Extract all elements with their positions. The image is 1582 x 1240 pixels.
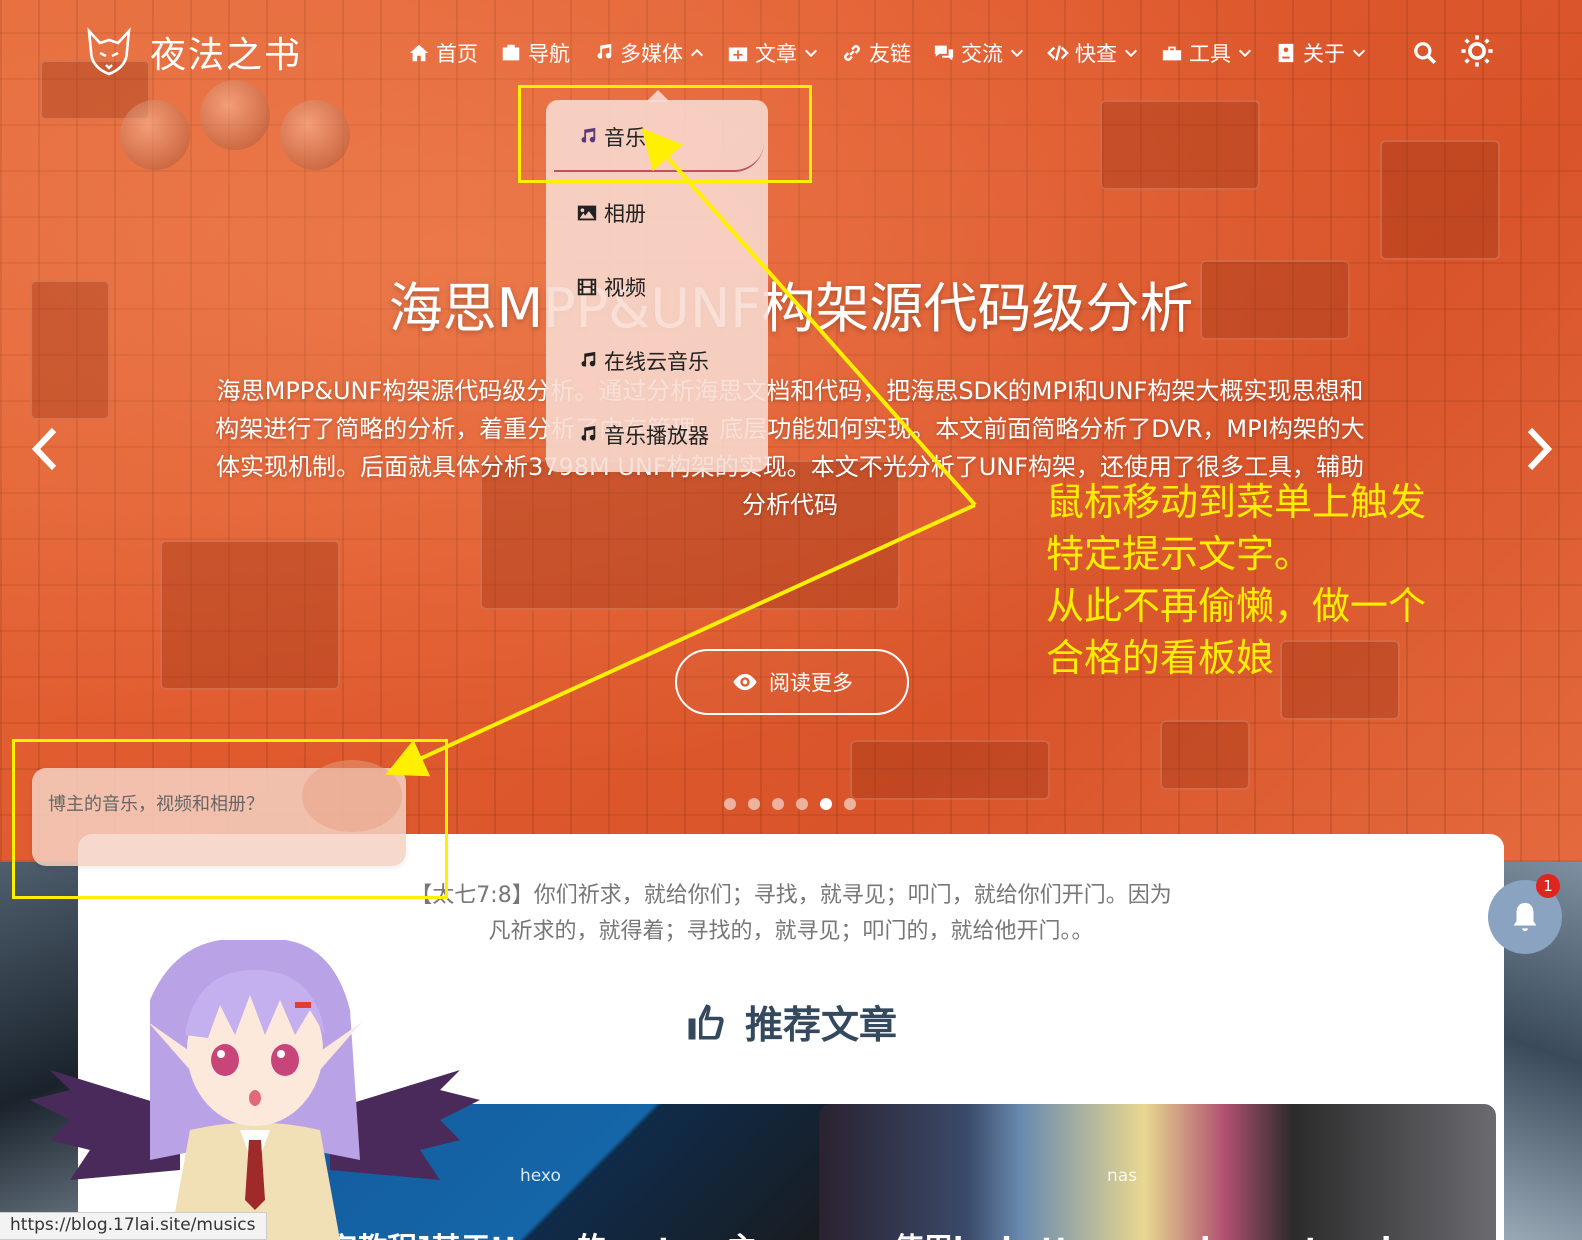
nav-about[interactable]: 关于 [1275, 38, 1367, 68]
site-logo[interactable]: 夜法之书 [84, 26, 302, 78]
home-icon [409, 44, 429, 62]
annotation-highlight-menu [518, 85, 812, 183]
circuit-decoration [850, 740, 1050, 800]
chevron-down-icon [1238, 49, 1252, 58]
search-icon[interactable] [1412, 40, 1438, 66]
bell-icon [1513, 902, 1537, 932]
music-icon [581, 425, 596, 441]
site-title: 夜法之书 [150, 35, 303, 76]
annotation-highlight-tip [12, 739, 448, 899]
dropdown-item-label: 视频 [604, 276, 646, 300]
card-title[interactable]: 使用jeckett sonarr jyuu qt emby [819, 1224, 1496, 1240]
chevron-down-icon [1010, 49, 1024, 58]
eye-icon [733, 673, 757, 691]
music-icon [581, 351, 596, 367]
circuit-decoration [1160, 720, 1250, 790]
slide-dot[interactable] [844, 798, 856, 810]
main-menu: 首页 导航 多媒体 文章 友链 交流 快查 工具 关于 [408, 38, 1389, 68]
dropdown-item-video[interactable]: 视频 [576, 272, 646, 302]
annotation-caption: 鼠标移动到菜单上触发 特定提示文字。 从此不再偷懒，做一个 合格的看板娘 [1046, 476, 1426, 684]
nav-home[interactable]: 首页 [408, 38, 478, 68]
nav-friend-links-label: 友链 [869, 42, 911, 66]
nav-discussion-label: 交流 [961, 42, 1003, 66]
link-icon [844, 45, 860, 61]
mascot-character[interactable] [30, 940, 480, 1240]
circuit-decoration [200, 80, 270, 150]
read-more-button[interactable]: 阅读更多 [675, 649, 909, 715]
chevron-right-icon[interactable] [1522, 424, 1556, 474]
thumbs-up-icon [688, 1004, 724, 1039]
slide-dot[interactable] [772, 798, 784, 810]
comments-icon [934, 45, 954, 61]
bookmark-icon [502, 44, 520, 61]
nav-home-label: 首页 [436, 42, 478, 66]
annotation-line: 特定提示文字。 [1046, 532, 1313, 576]
id-card-icon [1278, 43, 1294, 63]
nav-multimedia[interactable]: 多媒体 [592, 38, 705, 68]
slide-dot[interactable] [724, 798, 736, 810]
read-more-label: 阅读更多 [769, 671, 853, 695]
chevron-down-icon [1352, 49, 1366, 58]
nav-tools-label: 工具 [1189, 42, 1231, 66]
slide-title[interactable]: 海思MPP&UNF构架源代码级分析 [0, 264, 1582, 343]
circuit-decoration [120, 100, 190, 170]
chevron-left-icon[interactable] [28, 424, 62, 474]
theme-toggle-icon[interactable] [1460, 34, 1494, 68]
annotation-line: 从此不再偷懒，做一个 [1046, 584, 1427, 628]
notification-badge: 1 [1536, 874, 1560, 898]
circuit-decoration [1100, 100, 1260, 190]
nav-multimedia-label: 多媒体 [620, 42, 683, 66]
nav-quick-lookup[interactable]: 快查 [1047, 38, 1139, 68]
dropdown-item-label: 音乐播放器 [604, 424, 709, 448]
nav-quick-lookup-label: 快查 [1075, 42, 1117, 66]
image-icon [577, 205, 597, 221]
card-category: hexo [520, 1166, 561, 1186]
recommended-title: 推荐文章 [744, 1003, 897, 1047]
nav-tools[interactable]: 工具 [1161, 38, 1253, 68]
annotation-line: 合格的看板娘 [1046, 636, 1275, 680]
dropdown-item-album[interactable]: 相册 [576, 198, 646, 228]
nav-about-label: 关于 [1303, 42, 1345, 66]
top-navbar: 夜法之书 首页 导航 多媒体 文章 友链 交流 快查 工具 关于 [0, 18, 1582, 88]
chevron-down-icon [1124, 49, 1138, 58]
code-icon [1047, 45, 1069, 61]
dropdown-item-label: 在线云音乐 [604, 350, 709, 374]
nav-articles[interactable]: 文章 [727, 38, 819, 68]
slide-indicators [724, 798, 856, 810]
dropdown-item-cloud-music[interactable]: 在线云音乐 [576, 346, 709, 376]
nav-discussion[interactable]: 交流 [933, 38, 1025, 68]
slide-dot[interactable] [748, 798, 760, 810]
slide-dot-active[interactable] [820, 798, 832, 810]
slide-dot[interactable] [796, 798, 808, 810]
card-category: nas [1107, 1166, 1138, 1186]
nav-navigation-label: 导航 [528, 42, 570, 66]
status-bar-url: https://blog.17lai.site/musics [0, 1212, 267, 1240]
film-icon [577, 278, 597, 296]
article-card[interactable]: nas 使用jeckett sonarr jyuu qt emby [819, 1104, 1496, 1240]
nav-navigation[interactable]: 导航 [500, 38, 570, 68]
music-icon [597, 43, 612, 59]
nav-friend-links[interactable]: 友链 [841, 38, 911, 68]
chevron-up-icon [690, 48, 704, 57]
dropdown-item-label: 相册 [604, 202, 646, 226]
dropdown-item-music-player[interactable]: 音乐播放器 [576, 420, 709, 450]
chevron-down-icon [804, 49, 818, 58]
circuit-decoration [1380, 140, 1500, 260]
fox-logo-icon [87, 27, 131, 76]
circuit-decoration [280, 100, 350, 170]
file-plus-icon [728, 47, 748, 62]
toolbox-icon [1162, 46, 1182, 61]
circuit-decoration [160, 540, 340, 690]
nav-articles-label: 文章 [755, 42, 797, 66]
annotation-line: 鼠标移动到菜单上触发 [1046, 480, 1427, 524]
